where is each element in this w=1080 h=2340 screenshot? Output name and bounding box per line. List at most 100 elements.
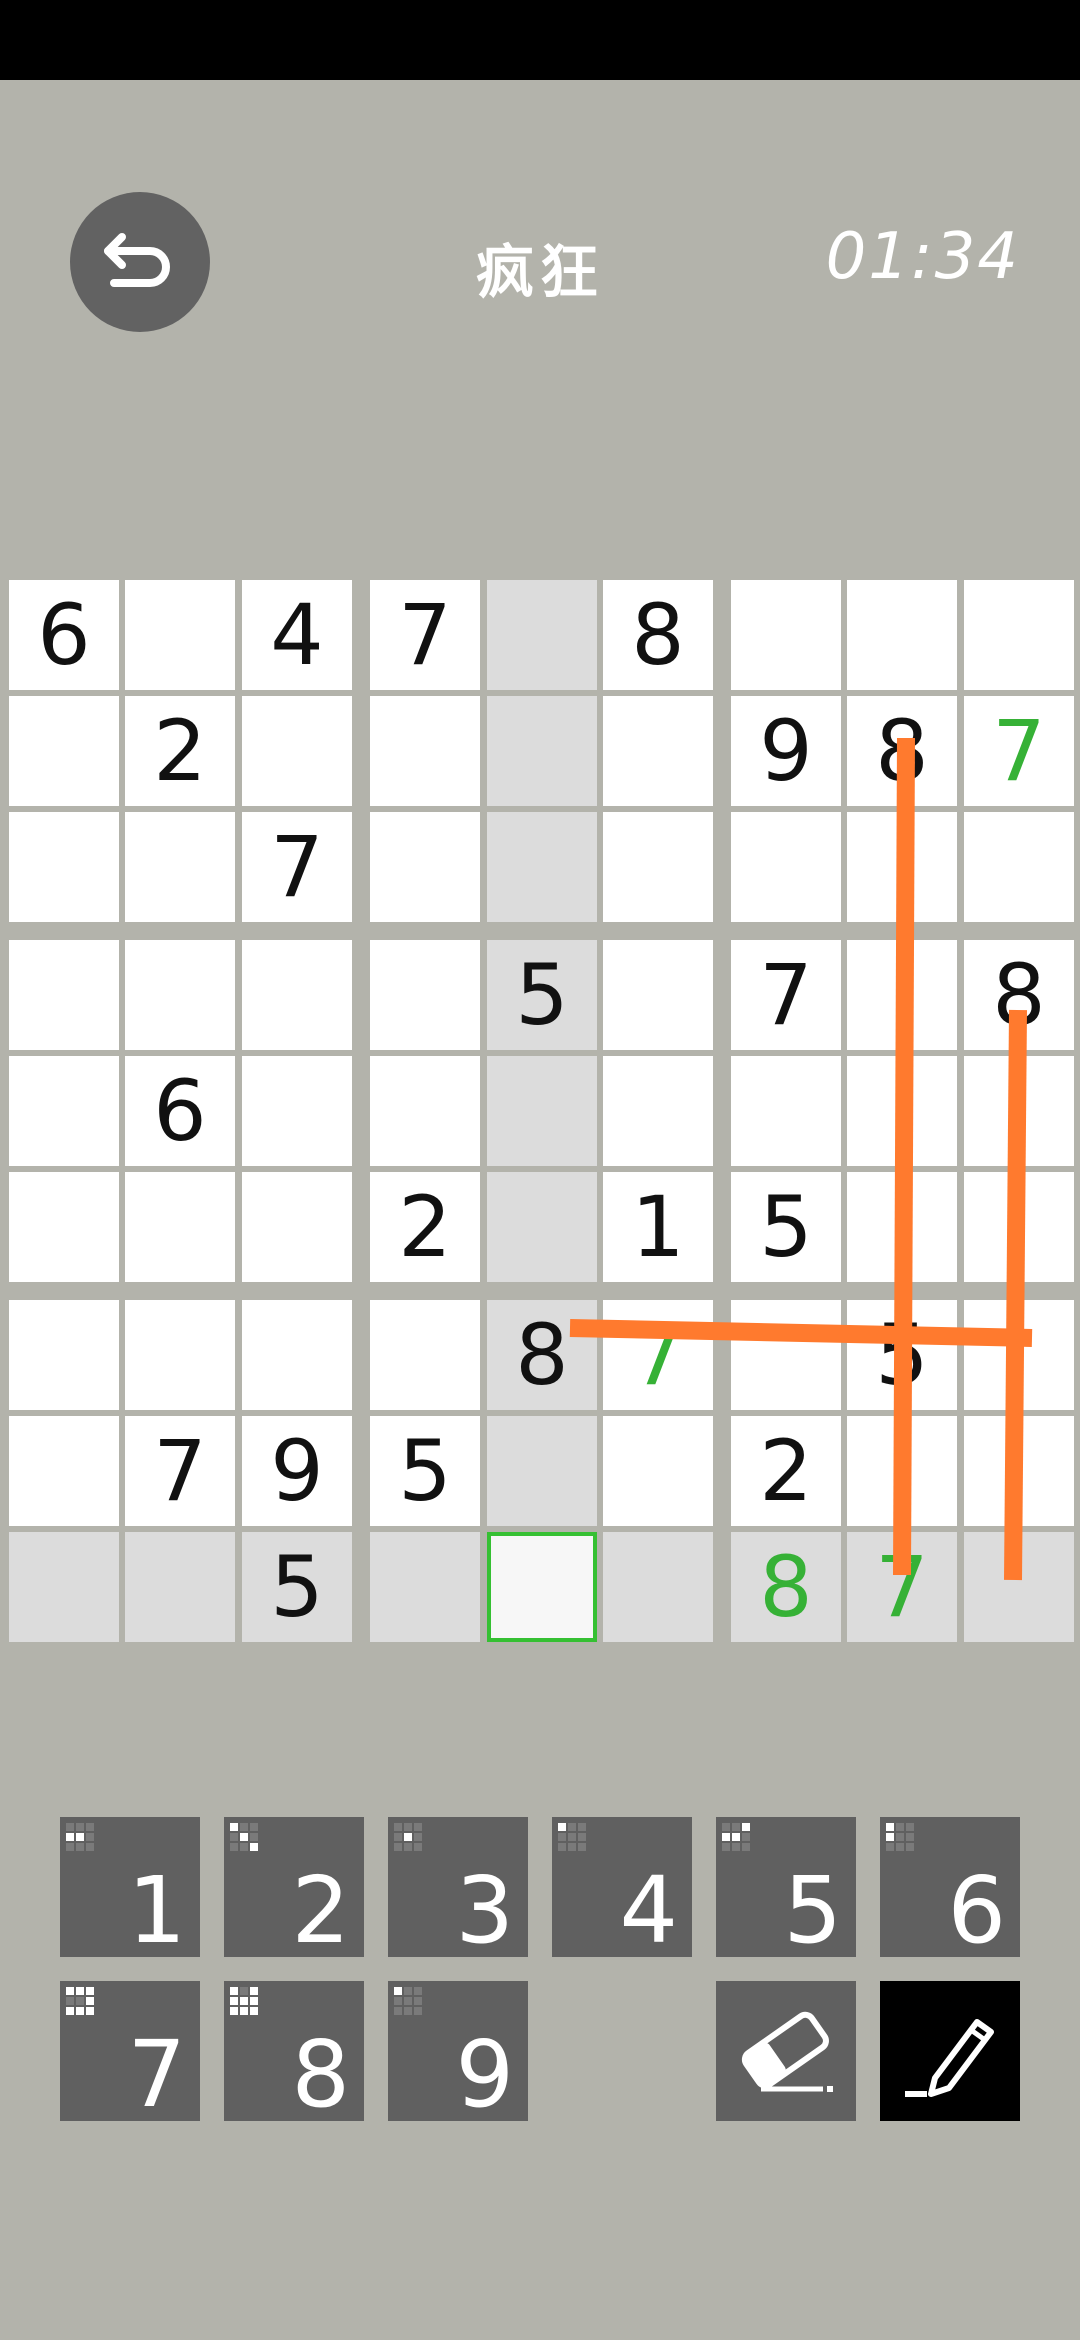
cell-r2-c7[interactable]: 9 [731, 696, 841, 806]
cell-r1-c6[interactable]: 8 [603, 580, 713, 690]
cell-r6-c1[interactable] [9, 1172, 119, 1282]
key-label: 5 [783, 1857, 842, 1964]
cell-r2-c8[interactable]: 8 [847, 696, 957, 806]
cell-r5-c5[interactable] [487, 1056, 597, 1166]
pencil-button[interactable] [880, 1981, 1020, 2121]
number-key-1[interactable]: 1 [60, 1817, 200, 1957]
cell-r3-c6[interactable] [603, 812, 713, 922]
cell-r2-c2[interactable]: 2 [125, 696, 235, 806]
cell-r4-c7[interactable]: 7 [731, 940, 841, 1050]
cell-r5-c4[interactable] [370, 1056, 480, 1166]
cell-r4-c1[interactable] [9, 940, 119, 1050]
cell-r7-c6[interactable]: 7 [603, 1300, 713, 1410]
cell-r4-c2[interactable] [125, 940, 235, 1050]
cell-r4-c3[interactable] [242, 940, 352, 1050]
cell-r5-c3[interactable] [242, 1056, 352, 1166]
cell-r7-c8[interactable]: 5 [847, 1300, 957, 1410]
cell-r1-c5[interactable] [487, 580, 597, 690]
cell-r4-c8[interactable] [847, 940, 957, 1050]
cell-r1-c1[interactable]: 6 [9, 580, 119, 690]
cell-r9-c2[interactable] [125, 1532, 235, 1642]
cell-r2-c5[interactable] [487, 696, 597, 806]
cell-r8-c5[interactable] [487, 1416, 597, 1526]
cell-r9-c3[interactable]: 5 [242, 1532, 352, 1642]
cell-r8-c2[interactable]: 7 [125, 1416, 235, 1526]
cell-r6-c9[interactable] [964, 1172, 1074, 1282]
cell-r7-c7[interactable] [731, 1300, 841, 1410]
number-key-4[interactable]: 4 [552, 1817, 692, 1957]
cell-r3-c1[interactable] [9, 812, 119, 922]
cell-r1-c3[interactable]: 4 [242, 580, 352, 690]
cell-r1-c7[interactable] [731, 580, 841, 690]
note-dot [414, 2007, 422, 2015]
number-key-6[interactable]: 6 [880, 1817, 1020, 1957]
cell-r5-c1[interactable] [9, 1056, 119, 1166]
cell-r5-c9[interactable] [964, 1056, 1074, 1166]
note-dot [414, 1843, 422, 1851]
cell-r9-c7[interactable]: 8 [731, 1532, 841, 1642]
cell-r7-c5[interactable]: 8 [487, 1300, 597, 1410]
cell-r8-c4[interactable]: 5 [370, 1416, 480, 1526]
note-dot [896, 1823, 904, 1831]
cell-r4-c5[interactable]: 5 [487, 940, 597, 1050]
cell-r6-c3[interactable] [242, 1172, 352, 1282]
key-label: 7 [127, 2021, 186, 2128]
note-dot [742, 1843, 750, 1851]
cell-r1-c9[interactable] [964, 580, 1074, 690]
cell-r5-c6[interactable] [603, 1056, 713, 1166]
cell-r9-c4[interactable] [370, 1532, 480, 1642]
cell-r3-c3[interactable]: 7 [242, 812, 352, 922]
cell-r5-c7[interactable] [731, 1056, 841, 1166]
cell-r2-c9[interactable]: 7 [964, 696, 1074, 806]
note-dot [66, 1997, 74, 2005]
cell-r9-c8[interactable]: 7 [847, 1532, 957, 1642]
cell-r2-c6[interactable] [603, 696, 713, 806]
cell-r6-c6[interactable]: 1 [603, 1172, 713, 1282]
cell-r1-c2[interactable] [125, 580, 235, 690]
cell-r1-c8[interactable] [847, 580, 957, 690]
number-key-9[interactable]: 9 [388, 1981, 528, 2121]
cell-r6-c2[interactable] [125, 1172, 235, 1282]
cell-r6-c7[interactable]: 5 [731, 1172, 841, 1282]
cell-r5-c2[interactable]: 6 [125, 1056, 235, 1166]
cell-r8-c8[interactable] [847, 1416, 957, 1526]
cell-r3-c8[interactable] [847, 812, 957, 922]
cell-r3-c4[interactable] [370, 812, 480, 922]
cell-r8-c9[interactable] [964, 1416, 1074, 1526]
cell-r8-c7[interactable]: 2 [731, 1416, 841, 1526]
cell-r7-c1[interactable] [9, 1300, 119, 1410]
note-dot [732, 1843, 740, 1851]
cell-r8-c3[interactable]: 9 [242, 1416, 352, 1526]
cell-r2-c3[interactable] [242, 696, 352, 806]
cell-r3-c5[interactable] [487, 812, 597, 922]
cell-r3-c9[interactable] [964, 812, 1074, 922]
eraser-button[interactable] [716, 1981, 856, 2121]
cell-r9-c6[interactable] [603, 1532, 713, 1642]
cell-r9-c9[interactable] [964, 1532, 1074, 1642]
number-key-2[interactable]: 2 [224, 1817, 364, 1957]
cell-r6-c4[interactable]: 2 [370, 1172, 480, 1282]
cell-r2-c1[interactable] [9, 696, 119, 806]
number-key-8[interactable]: 8 [224, 1981, 364, 2121]
cell-r7-c9[interactable] [964, 1300, 1074, 1410]
cell-r4-c6[interactable] [603, 940, 713, 1050]
number-key-7[interactable]: 7 [60, 1981, 200, 2121]
cell-r5-c8[interactable] [847, 1056, 957, 1166]
cell-r2-c4[interactable] [370, 696, 480, 806]
cell-r7-c3[interactable] [242, 1300, 352, 1410]
cell-r3-c7[interactable] [731, 812, 841, 922]
number-key-5[interactable]: 5 [716, 1817, 856, 1957]
cell-r7-c2[interactable] [125, 1300, 235, 1410]
cell-r6-c8[interactable] [847, 1172, 957, 1282]
cell-r4-c9[interactable]: 8 [964, 940, 1074, 1050]
cell-r6-c5[interactable] [487, 1172, 597, 1282]
cell-r4-c4[interactable] [370, 940, 480, 1050]
cell-r1-c4[interactable]: 7 [370, 580, 480, 690]
cell-r7-c4[interactable] [370, 1300, 480, 1410]
cell-r9-c1[interactable] [9, 1532, 119, 1642]
cell-r3-c2[interactable] [125, 812, 235, 922]
number-key-3[interactable]: 3 [388, 1817, 528, 1957]
cell-r8-c1[interactable] [9, 1416, 119, 1526]
cell-r8-c6[interactable] [603, 1416, 713, 1526]
cell-r9-c5[interactable] [487, 1532, 597, 1642]
